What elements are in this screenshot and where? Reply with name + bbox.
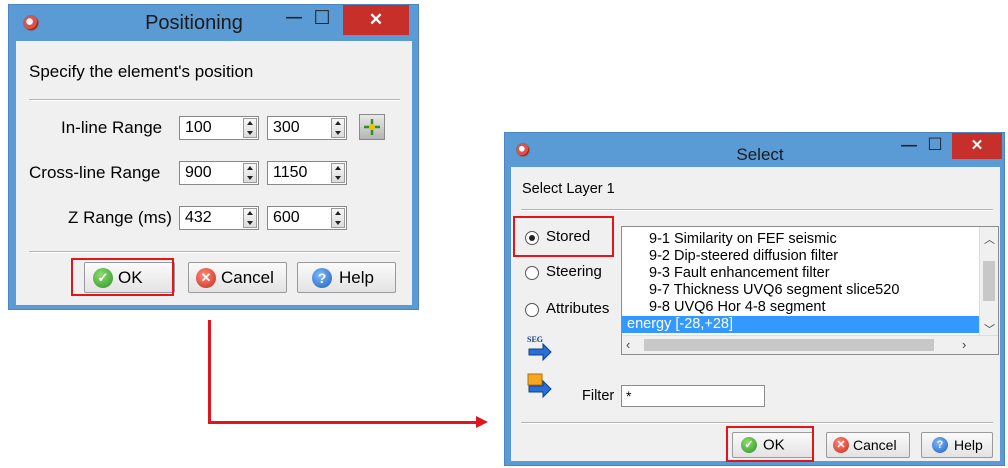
list-item[interactable]: 9-8 UVQ6 Hor 4-8 segment — [622, 299, 998, 316]
z-from-value: 432 — [185, 209, 212, 226]
spinner-arrows-icon[interactable] — [331, 208, 345, 228]
inline-range-label: In-line Range — [61, 118, 163, 137]
ok-highlight-box — [71, 258, 174, 296]
help-button[interactable]: ? Help — [921, 432, 993, 458]
list-item[interactable]: 9-2 Dip-steered diffusion filter — [622, 248, 998, 265]
attributes-radio[interactable] — [525, 303, 539, 317]
scroll-left-icon[interactable]: ‹ — [626, 337, 630, 352]
cancel-x-icon: ✕ — [833, 437, 849, 453]
locate-icon — [364, 119, 380, 135]
arrow-vertical — [208, 320, 211, 424]
scroll-up-icon[interactable]: ︿ — [984, 231, 995, 247]
cancel-label: Cancel — [221, 267, 274, 287]
cancel-button[interactable]: ✕ Cancel — [188, 262, 287, 293]
arrow-head-icon — [476, 416, 488, 428]
vertical-scrollbar[interactable]: ︿ ﹀ — [979, 227, 998, 337]
close-button[interactable]: ✕ — [343, 5, 409, 35]
crossline-from-value: 900 — [185, 164, 212, 181]
horizontal-scrollbar[interactable]: ‹ › — [622, 335, 998, 354]
attributes-label[interactable]: Attributes — [546, 300, 609, 317]
list-item[interactable]: 9-1 Similarity on FEF seismic — [622, 231, 998, 248]
stored-highlight-box — [513, 216, 614, 257]
cancel-button[interactable]: ✕ Cancel — [826, 432, 910, 458]
help-label: Help — [339, 267, 374, 287]
inline-from-value: 100 — [185, 119, 212, 136]
spinner-arrows-icon[interactable] — [331, 163, 345, 183]
folder-arrow-icon — [527, 373, 552, 399]
locate-icon-button[interactable] — [359, 114, 385, 140]
maximize-button[interactable]: ☐ — [923, 135, 947, 155]
select-client: Select Layer 1 Stored Steering Attribute… — [511, 167, 1000, 461]
app-icon[interactable] — [516, 143, 530, 157]
cancel-x-icon: ✕ — [196, 267, 216, 288]
cancel-label: Cancel — [853, 437, 897, 453]
maximize-button[interactable]: ☐ — [309, 7, 335, 30]
vertical-scroll-thumb[interactable] — [983, 261, 995, 301]
steering-label[interactable]: Steering — [546, 263, 602, 280]
folder-import-icon[interactable] — [527, 373, 553, 399]
inline-to-spinner[interactable]: 300 — [267, 116, 347, 140]
top-divider — [521, 209, 993, 211]
select-window: Select — ☐ ✕ Select Layer 1 Stored Steer… — [504, 132, 1005, 466]
steering-radio[interactable] — [525, 266, 539, 280]
spinner-arrows-icon[interactable] — [243, 208, 257, 228]
horizontal-scroll-thumb[interactable] — [644, 339, 934, 351]
help-button[interactable]: ? Help — [297, 262, 396, 293]
positioning-titlebar[interactable]: Positioning — ☐ ✕ — [9, 5, 418, 41]
top-divider — [29, 99, 400, 101]
inline-from-spinner[interactable]: 100 — [179, 116, 259, 140]
crossline-from-spinner[interactable]: 900 — [179, 161, 259, 185]
crossline-range-label: Cross-line Range — [29, 163, 161, 182]
minimize-button[interactable]: — — [281, 9, 307, 27]
spinner-arrows-icon[interactable] — [243, 118, 257, 138]
ok-highlight-box — [726, 426, 814, 462]
z-range-label: Z Range (ms) — [68, 208, 172, 227]
spinner-arrows-icon[interactable] — [243, 163, 257, 183]
z-from-spinner[interactable]: 432 — [179, 206, 259, 230]
filter-input[interactable]: * — [621, 385, 765, 407]
arrow-horizontal — [208, 421, 478, 424]
list-item[interactable]: 9-7 Thickness UVQ6 segment slice520 — [622, 282, 998, 299]
minimize-button[interactable]: — — [897, 137, 921, 155]
scroll-right-icon[interactable]: › — [962, 337, 966, 352]
list-item[interactable]: 9-3 Fault enhancement filter — [622, 265, 998, 282]
select-titlebar[interactable]: Select — ☐ ✕ — [505, 133, 1004, 167]
list-item-selected[interactable]: energy [-28,+28] — [622, 316, 979, 333]
bottom-divider — [29, 251, 400, 253]
crossline-to-value: 1150 — [273, 164, 308, 181]
seg-import-icon[interactable]: SEG — [527, 335, 553, 362]
help-question-icon: ? — [312, 267, 332, 288]
help-label: Help — [954, 437, 983, 453]
layer-listbox[interactable]: 9-1 Similarity on FEF seismic 9-2 Dip-st… — [621, 226, 999, 355]
z-to-value: 600 — [273, 209, 300, 226]
bottom-divider — [521, 422, 993, 424]
position-description: Specify the element's position — [29, 62, 254, 81]
filter-label: Filter — [582, 388, 615, 404]
spinner-arrows-icon[interactable] — [331, 118, 345, 138]
z-to-spinner[interactable]: 600 — [267, 206, 347, 230]
crossline-to-spinner[interactable]: 1150 — [267, 161, 347, 185]
close-button[interactable]: ✕ — [952, 133, 1002, 159]
select-layer-label: Select Layer 1 — [522, 181, 615, 197]
seg-label: SEG — [527, 335, 544, 344]
positioning-window: Positioning — ☐ ✕ Specify the element's … — [8, 4, 419, 310]
app-icon[interactable] — [23, 15, 39, 31]
select-title: Select — [736, 145, 784, 164]
help-question-icon: ? — [932, 437, 948, 453]
inline-to-value: 300 — [273, 119, 300, 136]
